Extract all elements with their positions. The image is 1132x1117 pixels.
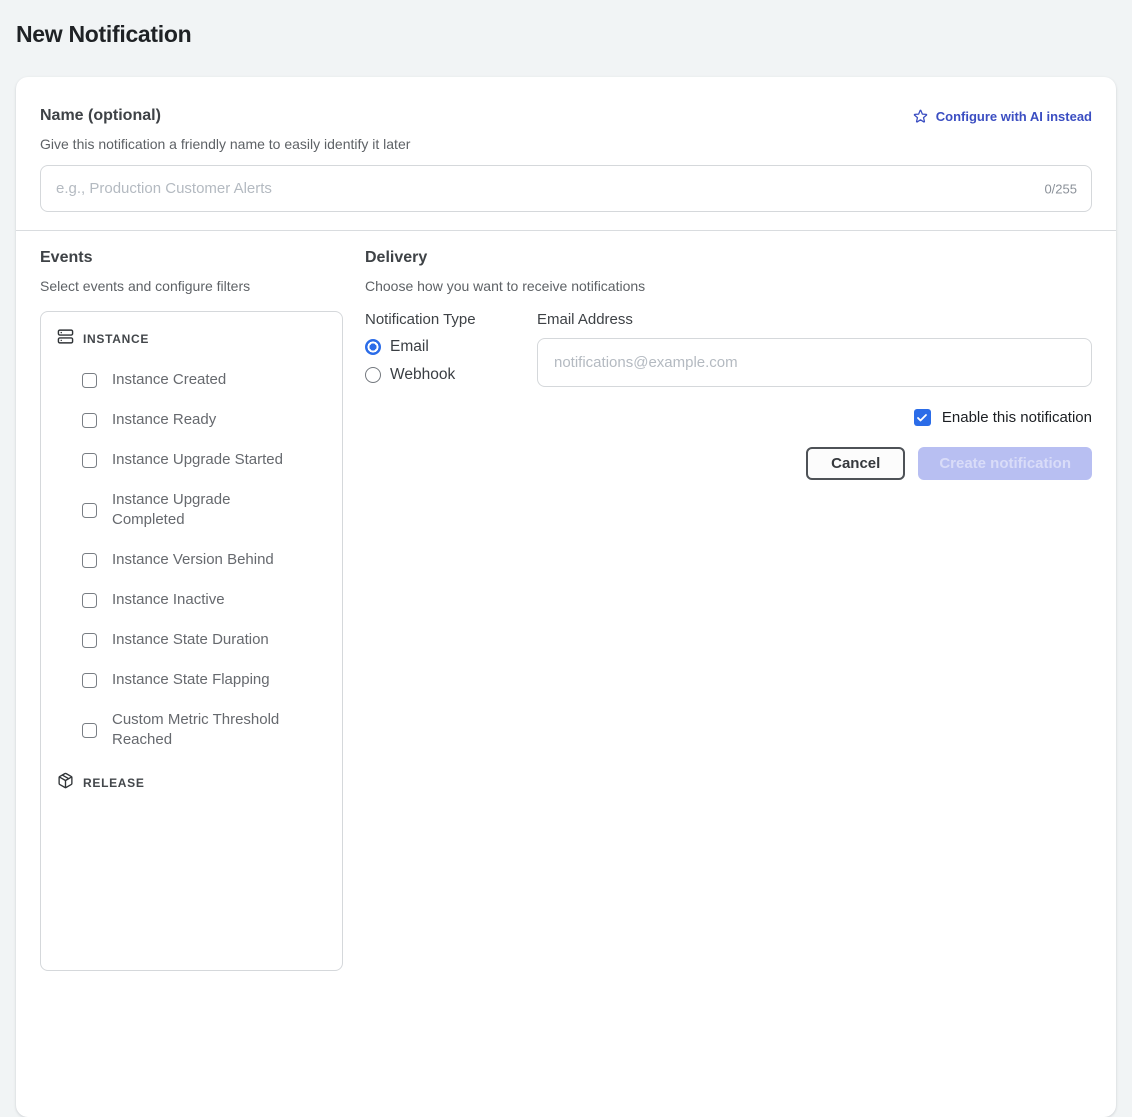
event-item-instance-state-flapping: Instance State Flapping (82, 670, 326, 690)
event-label[interactable]: Instance Version Behind (112, 550, 274, 570)
event-checkbox[interactable] (82, 553, 97, 568)
server-icon (57, 328, 74, 350)
enable-notification-row: Enable this notification (365, 409, 1092, 426)
event-item-instance-upgrade-started: Instance Upgrade Started (82, 450, 326, 470)
event-label[interactable]: Instance State Flapping (112, 670, 270, 690)
configure-with-ai-label: Configure with AI instead (936, 109, 1092, 124)
event-checkbox[interactable] (82, 413, 97, 428)
event-label[interactable]: Instance Upgrade Completed (112, 490, 290, 530)
char-counter: 0/255 (1044, 181, 1077, 196)
name-section-description: Give this notification a friendly name t… (40, 136, 1092, 152)
event-item-instance-ready: Instance Ready (82, 410, 326, 430)
enable-notification-label[interactable]: Enable this notification (942, 409, 1092, 426)
events-list-box: INSTANCE Instance Created Instance Ready… (40, 311, 343, 971)
name-section-title: Name (optional) (40, 107, 161, 125)
name-section: Name (optional) Configure with AI instea… (16, 77, 1116, 230)
delivery-title: Delivery (365, 249, 1092, 267)
radio-option-webhook[interactable]: Webhook (365, 366, 521, 384)
event-item-instance-created: Instance Created (82, 370, 326, 390)
webhook-radio[interactable] (365, 367, 381, 383)
event-label[interactable]: Instance State Duration (112, 630, 269, 650)
event-checkbox[interactable] (82, 593, 97, 608)
event-item-custom-metric-threshold: Custom Metric Threshold Reached (82, 710, 326, 750)
event-item-instance-inactive: Instance Inactive (82, 590, 326, 610)
event-checkbox[interactable] (82, 633, 97, 648)
event-group-label: RELEASE (83, 776, 145, 790)
event-item-instance-upgrade-completed: Instance Upgrade Completed (82, 490, 326, 530)
event-group-instance: INSTANCE (57, 328, 326, 350)
delivery-description: Choose how you want to receive notificat… (365, 278, 1092, 294)
event-group-label: INSTANCE (83, 332, 149, 346)
events-section: Events Select events and configure filte… (40, 249, 343, 971)
notification-name-input[interactable] (40, 165, 1092, 212)
enable-notification-checkbox[interactable] (914, 409, 931, 426)
event-label[interactable]: Instance Upgrade Started (112, 450, 283, 470)
event-checkbox[interactable] (82, 373, 97, 388)
email-radio-label[interactable]: Email (390, 338, 429, 356)
email-address-input[interactable] (537, 338, 1092, 387)
new-notification-form-card: Name (optional) Configure with AI instea… (16, 77, 1116, 1117)
events-description: Select events and configure filters (40, 278, 343, 294)
event-label[interactable]: Instance Ready (112, 410, 216, 430)
event-checkbox[interactable] (82, 673, 97, 688)
event-label[interactable]: Instance Inactive (112, 590, 225, 610)
event-checkbox[interactable] (82, 453, 97, 468)
email-radio[interactable] (365, 339, 381, 355)
event-checkbox[interactable] (82, 723, 97, 738)
email-address-label: Email Address (537, 311, 1092, 328)
event-group-release: RELEASE (57, 772, 326, 794)
event-checkbox[interactable] (82, 503, 97, 518)
events-title: Events (40, 249, 343, 267)
cancel-button[interactable]: Cancel (806, 447, 905, 480)
notification-type-label: Notification Type (365, 311, 521, 328)
event-item-instance-state-duration: Instance State Duration (82, 630, 326, 650)
event-label[interactable]: Instance Created (112, 370, 226, 390)
radio-option-email[interactable]: Email (365, 338, 521, 356)
webhook-radio-label[interactable]: Webhook (390, 366, 455, 384)
create-notification-button[interactable]: Create notification (918, 447, 1092, 480)
page-title: New Notification (16, 21, 1116, 48)
configure-with-ai-link[interactable]: Configure with AI instead (912, 108, 1092, 125)
star-icon (912, 108, 929, 125)
package-icon (57, 772, 74, 794)
event-item-instance-version-behind: Instance Version Behind (82, 550, 326, 570)
event-label[interactable]: Custom Metric Threshold Reached (112, 710, 290, 750)
delivery-section: Delivery Choose how you want to receive … (365, 249, 1092, 971)
